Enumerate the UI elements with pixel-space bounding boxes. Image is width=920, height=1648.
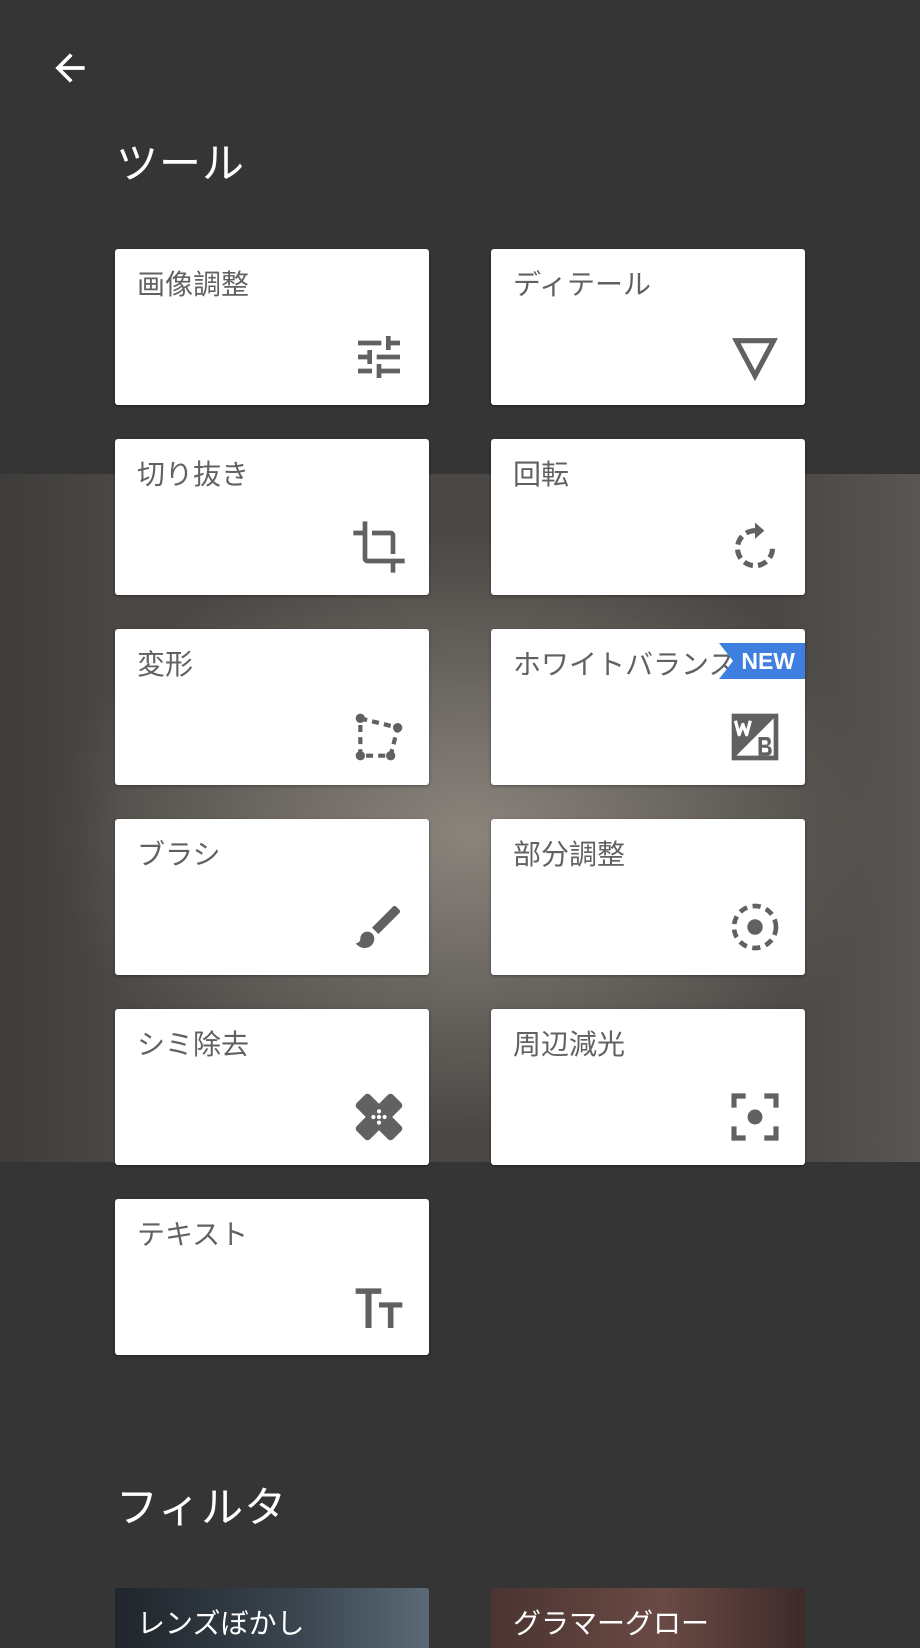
filter-card-glamour-glow[interactable]: グラマーグロー — [491, 1588, 805, 1648]
selective-adjust-icon — [727, 899, 783, 955]
tool-card-brush[interactable]: ブラシ — [115, 819, 429, 975]
tune-sliders-icon — [351, 329, 407, 385]
tool-label: シミ除去 — [137, 1028, 250, 1061]
tool-label: ディテール — [513, 268, 652, 301]
tool-card-rotate[interactable]: 回転 — [491, 439, 805, 595]
arrow-back-icon — [48, 46, 92, 94]
tool-label: 変形 — [137, 648, 194, 681]
crop-icon — [351, 519, 407, 575]
tool-label: 切り抜き — [137, 458, 250, 491]
tool-label: テキスト — [137, 1218, 249, 1251]
tool-label: 部分調整 — [513, 838, 626, 871]
triangle-down-icon — [727, 329, 783, 385]
back-button[interactable] — [40, 40, 100, 100]
tool-card-healing[interactable]: シミ除去 — [115, 1009, 429, 1165]
tool-label: 周辺減光 — [513, 1028, 626, 1061]
rotate-icon — [727, 519, 783, 575]
tool-label: ブラシ — [137, 838, 221, 871]
filter-label: グラマーグロー — [513, 1607, 710, 1640]
filter-card-lens-blur[interactable]: レンズぼかし — [115, 1588, 429, 1648]
text-icon — [351, 1279, 407, 1335]
perspective-icon — [351, 709, 407, 765]
white-balance-icon — [727, 709, 783, 765]
filter-label: レンズぼかし — [137, 1607, 305, 1640]
healing-bandage-icon — [351, 1089, 407, 1145]
tool-label: 回転 — [513, 458, 570, 491]
tool-card-vignette[interactable]: 周辺減光 — [491, 1009, 805, 1165]
brush-icon — [351, 899, 407, 955]
tool-card-text[interactable]: テキスト — [115, 1199, 429, 1355]
filters-section-title: フィルタ — [116, 1483, 288, 1532]
tool-label: 画像調整 — [137, 268, 250, 301]
tools-section-title: ツール — [116, 139, 246, 188]
tool-card-tune-image[interactable]: 画像調整 — [115, 249, 429, 405]
tool-card-details[interactable]: ディテール — [491, 249, 805, 405]
tool-card-transform[interactable]: 変形 — [115, 629, 429, 785]
vignette-icon — [727, 1089, 783, 1145]
tool-label: ホワイトバランス — [513, 648, 737, 681]
tool-card-crop[interactable]: 切り抜き — [115, 439, 429, 595]
tool-card-white-balance[interactable]: ホワイトバランス NEW — [491, 629, 805, 785]
tool-card-selective[interactable]: 部分調整 — [491, 819, 805, 975]
